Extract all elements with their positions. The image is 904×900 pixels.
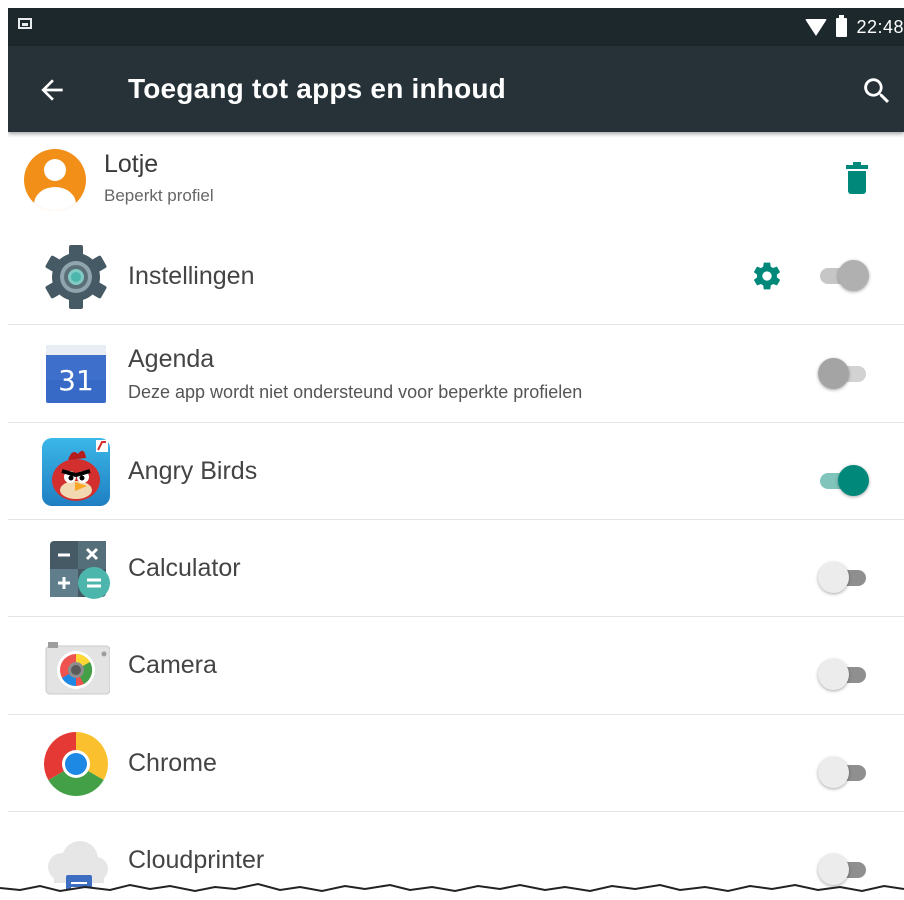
calculator-app-icon: [50, 541, 110, 599]
angry-birds-icon: [42, 438, 110, 506]
toggle-camera[interactable]: [818, 657, 872, 693]
app-row-camera[interactable]: Camera: [8, 616, 904, 714]
image-notification-icon: [18, 18, 32, 29]
profile-header: Lotje Beperkt profiel: [8, 132, 904, 228]
app-label: Agenda: [128, 345, 215, 373]
toggle-angry-birds[interactable]: [818, 463, 872, 499]
profile-name: Lotje: [104, 150, 159, 178]
calendar-app-icon: 31: [46, 345, 106, 403]
app-frame: 22:48 Toegang tot apps en inhoud Lotje B…: [8, 8, 904, 900]
toggle-agenda[interactable]: [818, 356, 872, 392]
toggle-chrome[interactable]: [818, 755, 872, 791]
app-row-calculator[interactable]: Calculator: [8, 519, 904, 617]
app-label: Angry Birds: [128, 457, 258, 485]
app-unsupported-note: Deze app wordt niet ondersteund voor bep…: [128, 382, 583, 402]
app-label: Instellingen: [128, 262, 255, 290]
toggle-instellingen[interactable]: [818, 258, 872, 294]
app-row-chrome[interactable]: Chrome: [8, 714, 904, 812]
status-bar: 22:48: [8, 8, 904, 46]
search-icon[interactable]: [860, 74, 894, 108]
app-row-agenda[interactable]: 31 Agenda Deze app wordt niet ondersteun…: [8, 324, 904, 422]
settings-gear-icon[interactable]: [751, 260, 783, 292]
toggle-calculator[interactable]: [818, 560, 872, 596]
app-row-instellingen[interactable]: Instellingen: [8, 228, 904, 325]
camera-app-icon: [45, 642, 110, 695]
back-arrow-icon[interactable]: [36, 74, 68, 106]
app-label: Chrome: [128, 749, 217, 777]
calendar-day-number: 31: [58, 364, 94, 397]
app-label: Calculator: [128, 554, 241, 582]
wifi-icon: [805, 18, 828, 36]
profile-subtitle: Beperkt profiel: [104, 186, 214, 205]
app-label: Camera: [128, 651, 217, 679]
chrome-app-icon: [44, 732, 108, 796]
page-title: Toegang tot apps en inhoud: [128, 73, 506, 104]
app-toolbar: Toegang tot apps en inhoud: [8, 46, 904, 132]
avatar: [24, 149, 86, 211]
torn-edge: [0, 882, 904, 900]
delete-icon[interactable]: [844, 162, 870, 194]
battery-icon: [836, 14, 848, 37]
settings-app-icon: [45, 245, 107, 309]
status-time: 22:48: [856, 16, 904, 37]
app-row-angry-birds[interactable]: Angry Birds: [8, 422, 904, 520]
